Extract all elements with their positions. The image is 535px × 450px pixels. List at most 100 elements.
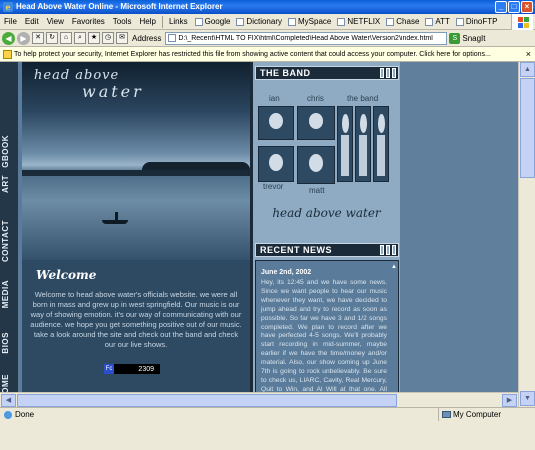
security-infobar[interactable]: To help protect your security, Internet …: [0, 47, 535, 62]
left-navigation: HOME BIOS MEDIA CONTACT ART GBOOK: [0, 62, 18, 407]
vertical-scroll-thumb[interactable]: [520, 78, 535, 178]
news-date: June 2nd, 2002: [261, 269, 312, 276]
page-icon: [194, 17, 203, 26]
page-icon: [337, 17, 346, 26]
shield-icon: [3, 50, 12, 59]
member-label-trevor: trevor: [263, 182, 284, 191]
maximize-button[interactable]: □: [508, 1, 520, 13]
links-label: Links: [168, 17, 188, 26]
member-label-the-band: the band: [347, 94, 379, 103]
navigation-toolbar: ◀ ▶ ✕ ↻ ⌂ ⌕ ★ ◷ ✉ Address D:\_Recent\HTM…: [0, 30, 535, 47]
nav-gbook[interactable]: GBOOK: [1, 135, 17, 168]
history-button[interactable]: ◷: [102, 32, 114, 44]
photo-chris[interactable]: [297, 106, 335, 140]
stop-button[interactable]: ✕: [32, 32, 44, 44]
counter-icon: Fc: [104, 364, 114, 374]
page-icon: [425, 17, 434, 26]
hit-counter: Fc 2309: [104, 364, 160, 374]
vertical-scrollbar[interactable]: ▲ ▼: [518, 62, 535, 407]
refresh-button[interactable]: ↻: [46, 32, 58, 44]
canoe-silhouette: [102, 220, 128, 224]
page-done-icon: [4, 411, 12, 419]
scroll-down-icon[interactable]: ▼: [520, 391, 535, 406]
news-section-header: RECENT NEWS: [255, 243, 399, 257]
favorites-button[interactable]: ★: [88, 32, 100, 44]
menu-bar: File Edit View Favorites Tools Help Link…: [0, 14, 535, 30]
photo-band-member-2[interactable]: [355, 106, 371, 182]
menu-file[interactable]: File: [0, 17, 21, 26]
close-button[interactable]: ×: [521, 1, 533, 13]
link-chase[interactable]: Chase: [383, 17, 422, 26]
link-dictionary[interactable]: Dictionary: [233, 17, 285, 26]
member-label-ian: ian: [269, 94, 280, 103]
photo-band-member-1[interactable]: [337, 106, 353, 182]
link-netflix[interactable]: NETFLIX: [334, 17, 383, 26]
nav-bios[interactable]: BIOS: [1, 332, 17, 354]
window-bottom: [0, 421, 535, 450]
right-column: THE BAND ian chris the band trevor matt …: [253, 62, 400, 407]
window-titlebar: e Head Above Water Online - Microsoft In…: [0, 0, 535, 14]
menu-help[interactable]: Help: [135, 17, 159, 26]
news-heading: RECENT NEWS: [260, 245, 333, 255]
page-icon: [288, 17, 296, 26]
member-label-matt: matt: [309, 186, 325, 195]
counter-value: 2309: [138, 365, 154, 373]
infobar-text: To help protect your security, Internet …: [14, 51, 491, 58]
page-icon: [168, 34, 177, 42]
news-text: Hey, its 12:45 and we have some news. Si…: [261, 279, 387, 407]
search-button[interactable]: ⌕: [74, 32, 86, 44]
link-myspace[interactable]: MySpace: [285, 17, 334, 26]
scroll-right-icon[interactable]: ▶: [502, 394, 517, 407]
photo-matt[interactable]: [297, 146, 335, 184]
nav-art[interactable]: ART: [1, 175, 17, 193]
windows-logo-icon: [511, 14, 533, 30]
menu-view[interactable]: View: [43, 17, 68, 26]
link-google[interactable]: Google: [192, 17, 234, 26]
home-button[interactable]: ⌂: [60, 32, 72, 44]
security-zone: My Computer: [438, 408, 535, 422]
photo-band-member-3[interactable]: [373, 106, 389, 182]
page-icon: [455, 17, 464, 26]
mail-button[interactable]: ✉: [116, 32, 128, 44]
page-icon: [386, 17, 395, 26]
scroll-left-icon[interactable]: ◀: [1, 394, 16, 407]
news-scrollbar[interactable]: ▲ ▼: [391, 264, 397, 404]
menu-favorites[interactable]: Favorites: [68, 17, 109, 26]
snagit-icon: S: [449, 32, 461, 44]
page-icon: [236, 17, 245, 26]
snagit-button[interactable]: S SnagIt: [449, 32, 486, 44]
ie-icon: e: [3, 2, 13, 12]
news-scroll-up-icon[interactable]: ▲: [391, 264, 397, 270]
welcome-text: Welcome to head above water's officials …: [30, 290, 242, 349]
status-text: Done: [15, 410, 35, 419]
menu-separator: [161, 15, 163, 28]
nav-media[interactable]: MEDIA: [1, 280, 17, 308]
status-bar: Done My Computer: [0, 407, 535, 422]
minimize-button[interactable]: _: [495, 1, 507, 13]
nav-contact[interactable]: CONTACT: [1, 220, 17, 262]
address-value: D:\_Recent\HTML TO FIX\html\Completed\He…: [178, 34, 433, 42]
menu-tools[interactable]: Tools: [109, 17, 136, 26]
scroll-up-icon[interactable]: ▲: [520, 62, 535, 77]
band-signature: head above water: [272, 206, 381, 220]
page-content: HOME BIOS MEDIA CONTACT ART GBOOK head a…: [0, 62, 535, 407]
horizontal-scrollbar[interactable]: ◀ ▶: [0, 392, 518, 407]
news-box: June 2nd, 2002 Hey, its 12:45 and we hav…: [255, 260, 399, 407]
forward-button[interactable]: ▶: [17, 31, 30, 45]
link-dinoftp[interactable]: DinoFTP: [453, 17, 501, 26]
close-infobar-icon[interactable]: ×: [526, 47, 531, 62]
window-title: Head Above Water Online - Microsoft Inte…: [16, 2, 223, 11]
back-button[interactable]: ◀: [2, 31, 15, 45]
photo-ian[interactable]: [258, 106, 294, 140]
photo-trevor[interactable]: [258, 146, 294, 182]
page-background-right: [400, 62, 518, 407]
shoreline: [22, 170, 250, 176]
hero-title-line2: water: [82, 82, 144, 101]
address-label: Address: [132, 33, 162, 43]
address-input[interactable]: D:\_Recent\HTML TO FIX\html\Completed\He…: [165, 31, 448, 45]
link-att[interactable]: ATT: [422, 17, 453, 26]
horizontal-scroll-thumb[interactable]: [17, 394, 397, 407]
hero-image: head above water: [22, 62, 250, 260]
menu-edit[interactable]: Edit: [21, 17, 43, 26]
computer-icon: [442, 411, 451, 418]
